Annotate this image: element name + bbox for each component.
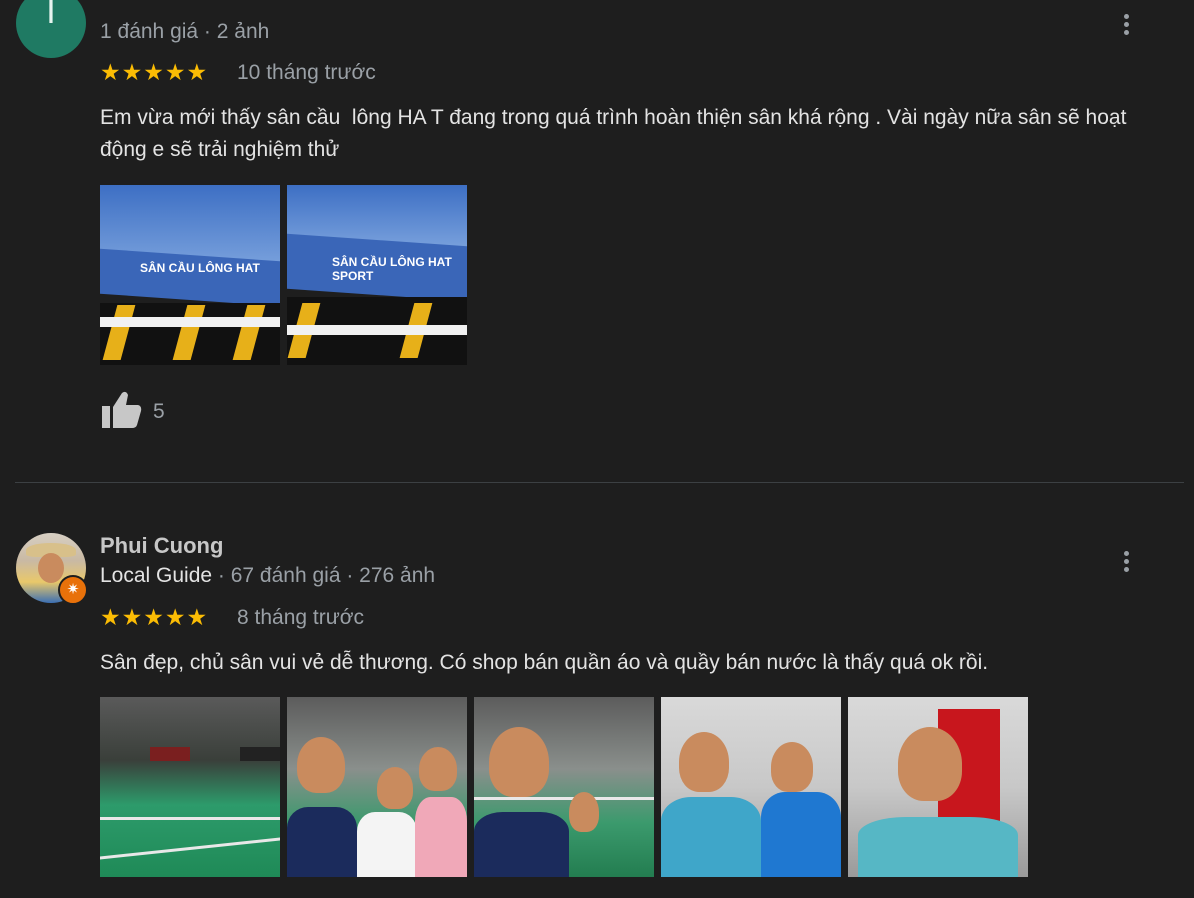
author-name[interactable]: Phui Cuong	[100, 533, 223, 559]
review-text: Em vừa mới thấy sân cầu lông HA T đang t…	[100, 106, 1133, 161]
reviews-page: I 1 đánh giá · 2 ảnh ★★★★★ 10 tháng trướ…	[0, 0, 1194, 898]
thumbs-up-icon	[102, 391, 142, 428]
like-count: 5	[153, 400, 165, 423]
reviewer-stats: · 67 đánh giá · 276 ảnh	[212, 564, 436, 587]
photo-banner-text: SÂN CẦU LÔNG HAT	[140, 261, 260, 275]
star-rating: ★★★★★	[100, 59, 209, 85]
review-time: 8 tháng trước	[237, 606, 365, 629]
more-options-button[interactable]	[1116, 547, 1138, 577]
review-card: ✷ Phui Cuong Local Guide · 67 đánh giá ·…	[0, 483, 1194, 898]
more-options-button[interactable]	[1116, 8, 1138, 38]
local-guide-star-icon: ✷	[58, 575, 88, 605]
more-vert-icon	[1124, 551, 1129, 556]
star-rating: ★★★★★	[100, 604, 209, 630]
reviewer-meta: 1 đánh giá · 2 ảnh	[100, 20, 270, 43]
review-photo[interactable]	[661, 697, 841, 877]
review-photo[interactable]	[474, 697, 654, 877]
review-photo[interactable]: SÂN CẦU LÔNG HAT SPORT	[287, 185, 467, 365]
review-time: 10 tháng trước	[237, 61, 376, 84]
review-card: I 1 đánh giá · 2 ảnh ★★★★★ 10 tháng trướ…	[0, 0, 1194, 482]
local-guide-label: Local Guide	[100, 564, 213, 587]
photo-banner-text: SÂN CẦU LÔNG HAT SPORT	[332, 255, 452, 283]
review-photo[interactable]	[848, 697, 1028, 877]
review-photo[interactable]: SÂN CẦU LÔNG HAT	[100, 185, 280, 365]
more-vert-icon	[1124, 14, 1129, 19]
review-photo[interactable]	[287, 697, 467, 877]
review-photo[interactable]	[100, 697, 280, 877]
review-text: Sân đẹp, chủ sân vui vẻ dễ thương. Có sh…	[100, 651, 989, 674]
avatar[interactable]: I	[16, 0, 86, 58]
avatar-letter: I	[46, 0, 56, 31]
reviewer-meta: Local Guide · 67 đánh giá · 276 ảnh	[100, 564, 435, 588]
